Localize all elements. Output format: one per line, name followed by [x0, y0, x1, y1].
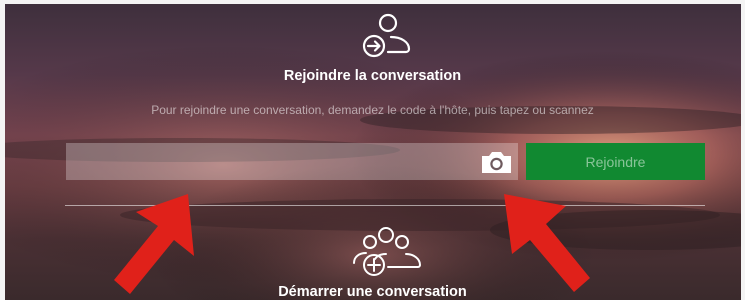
- join-instructions: Pour rejoindre une conversation, demande…: [151, 103, 594, 117]
- join-button[interactable]: Rejoindre: [526, 143, 705, 180]
- conversation-screen: Rejoindre la conversation Pour rejoindre…: [0, 0, 745, 300]
- conversation-code-input[interactable]: [66, 143, 518, 180]
- camera-icon[interactable]: [480, 150, 513, 175]
- join-title: Rejoindre la conversation: [283, 68, 462, 84]
- left-border: [0, 0, 5, 300]
- top-border: [0, 0, 745, 4]
- group-add-icon: [353, 227, 422, 276]
- right-border: [741, 0, 745, 300]
- red-arrow-annotation-right: [504, 194, 590, 292]
- red-arrow-annotation-left: [114, 194, 194, 294]
- person-arrow-icon: [362, 13, 411, 58]
